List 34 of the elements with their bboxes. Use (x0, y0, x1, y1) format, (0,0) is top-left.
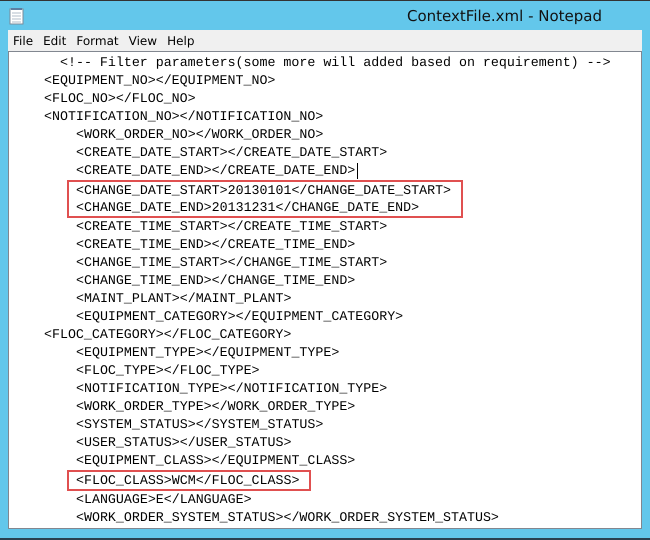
code-line: <EQUIPMENT_CATEGORY></EQUIPMENT_CATEGORY> (76, 308, 404, 326)
code-line: <CREATE_DATE_START></CREATE_DATE_START> (76, 144, 388, 162)
code-line: <MAINT_PLANT></MAINT_PLANT> (76, 290, 292, 308)
menu-item[interactable]: Edit (38, 32, 72, 50)
code-line: <LANGUAGE>E</LANGUAGE> (76, 491, 252, 509)
code-line: <EQUIPMENT_CLASS></EQUIPMENT_CLASS> (76, 452, 356, 470)
menu-item[interactable]: Format (71, 32, 124, 50)
code-line: <FLOC_CATEGORY></FLOC_CATEGORY> (44, 326, 292, 344)
code-line: <!-- Filter parameters(some more will added based on requirement) --> (60, 54, 611, 72)
code-line: <EQUIPMENT_TYPE></EQUIPMENT_TYPE> (76, 344, 340, 362)
window-title: ContextFile.xml - Notepad (407, 7, 602, 25)
code-line: <WORK_ORDER_TYPE></WORK_ORDER_TYPE> (76, 398, 356, 416)
menu-item[interactable]: Help (162, 32, 200, 50)
code-line: <CHANGE_DATE_END>20131231</CHANGE_DATE_END> (76, 198, 420, 216)
code-line: <USER_STATUS></USER_STATUS> (76, 434, 292, 452)
code-line: <WORK_ORDER_SYSTEM_STATUS></WORK_ORDER_SYSTEM_STATUS> (76, 509, 499, 527)
menu-item[interactable]: View (124, 32, 162, 50)
code-line: <FLOC_TYPE></FLOC_TYPE> (76, 362, 260, 380)
code-line: <CHANGE_DATE_START>20130101</CHANGE_DATE_START> (76, 182, 452, 200)
menu-item[interactable]: File (8, 32, 38, 50)
text-area[interactable] (8, 51, 642, 529)
code-line: <CHANGE_TIME_START></CHANGE_TIME_START> (76, 254, 388, 272)
code-line: <CREATE_TIME_END></CREATE_TIME_END> (76, 236, 356, 254)
code-line: <FLOC_CLASS>WCM</FLOC_CLASS> (76, 472, 300, 490)
code-line: <FLOC_NO></FLOC_NO> (44, 90, 196, 108)
code-line: <SYSTEM_STATUS></SYSTEM_STATUS> (76, 416, 324, 434)
code-line: <WORK_ORDER_NO></WORK_ORDER_NO> (76, 126, 324, 144)
code-line: <EQUIPMENT_NO></EQUIPMENT_NO> (44, 72, 276, 90)
notepad-icon (9, 6, 25, 24)
code-line: <NOTIFICATION_TYPE></NOTIFICATION_TYPE> (76, 380, 388, 398)
code-line: <CREATE_DATE_END></CREATE_DATE_END> (76, 162, 356, 180)
code-line: <NOTIFICATION_NO></NOTIFICATION_NO> (44, 108, 324, 126)
code-line: <CREATE_TIME_START></CREATE_TIME_START> (76, 218, 388, 236)
code-line: <CHANGE_TIME_END></CHANGE_TIME_END> (76, 272, 356, 290)
